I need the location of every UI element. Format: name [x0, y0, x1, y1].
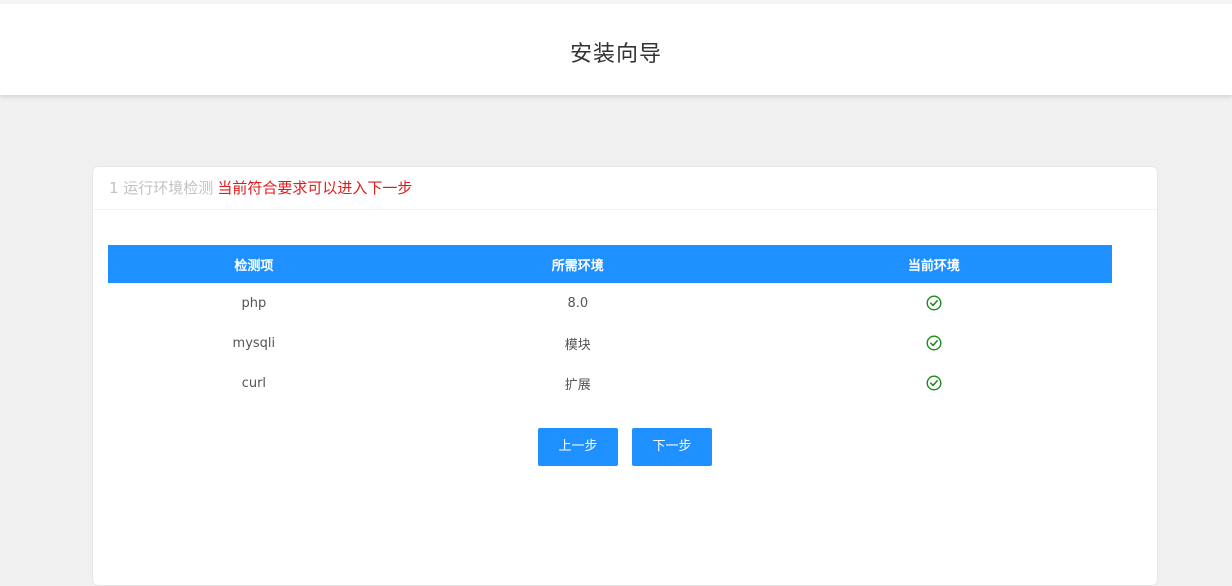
status-message: 当前符合要求可以进入下一步 [217, 179, 413, 197]
check-circle-icon [926, 295, 942, 311]
step-label: 1 运行环境检测 [109, 179, 214, 197]
environment-check-table: 检测项 所需环境 当前环境 php 8.0 mysqli 模块 curl 扩展 [108, 245, 1112, 403]
page-title: 安装向导 [569, 42, 662, 67]
card-header: 1 运行环境检测 当前符合要求可以进入下一步 [93, 167, 1157, 210]
required-cell: 扩展 [564, 377, 591, 393]
check-circle-icon [926, 335, 942, 351]
required-cell: 8.0 [567, 295, 589, 311]
item-cell: mysqli [232, 335, 276, 351]
required-cell: 模块 [564, 337, 591, 353]
next-step-button[interactable]: 下一步 [632, 428, 712, 466]
item-cell: php [241, 295, 267, 311]
table-row: php 8.0 [108, 283, 1112, 323]
current-cell [756, 363, 1112, 403]
current-cell [756, 323, 1112, 363]
install-card: 1 运行环境检测 当前符合要求可以进入下一步 检测项 所需环境 当前环境 php … [92, 166, 1158, 586]
column-header-item: 检测项 [108, 245, 400, 283]
navigation-buttons: 上一步 下一步 [93, 428, 1157, 466]
current-cell [756, 283, 1112, 323]
table-row: curl 扩展 [108, 363, 1112, 403]
item-cell: curl [241, 375, 267, 391]
prev-step-button[interactable]: 上一步 [538, 428, 618, 466]
column-header-current: 当前环境 [755, 245, 1112, 283]
check-circle-icon [926, 375, 942, 391]
table-header-row: 检测项 所需环境 当前环境 [108, 245, 1112, 283]
column-header-required: 所需环境 [399, 245, 756, 283]
top-header: 安装向导 [0, 0, 1232, 95]
table-row: mysqli 模块 [108, 323, 1112, 363]
